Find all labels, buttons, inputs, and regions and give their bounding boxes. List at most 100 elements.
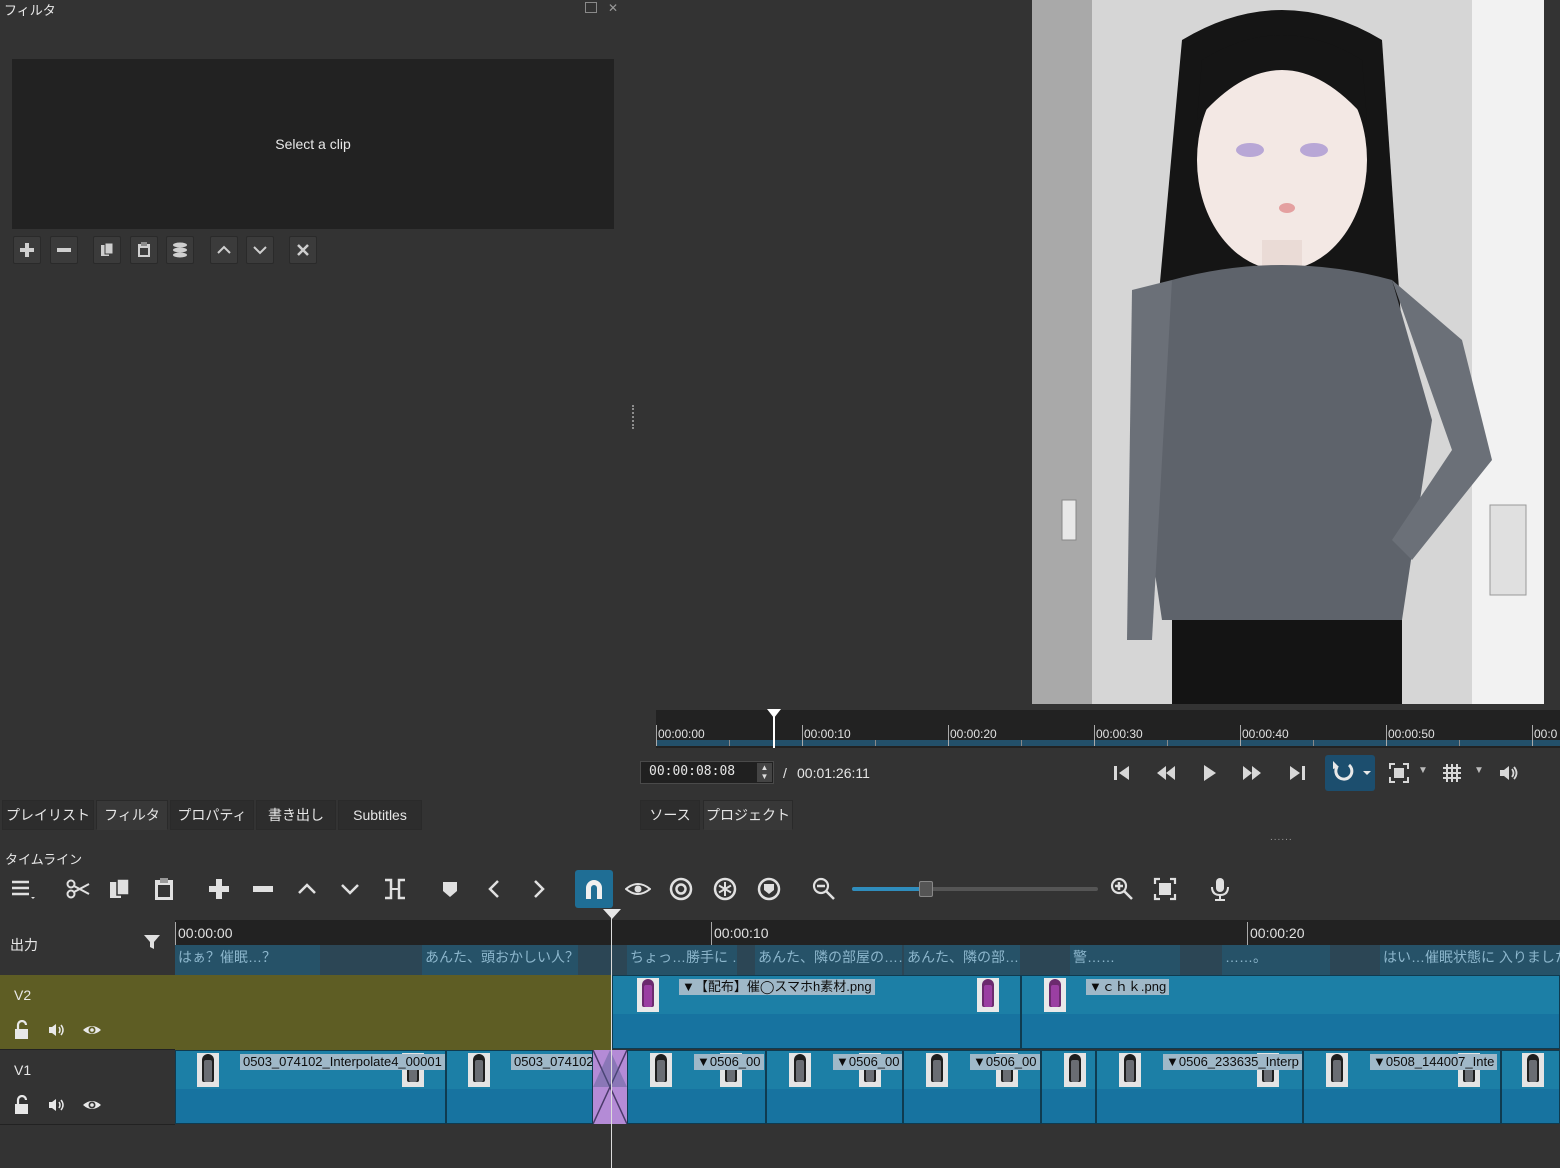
v2-clip[interactable]: ▼【配布】催◯スマホh素材.png xyxy=(612,975,1021,1049)
volume-button[interactable] xyxy=(1491,756,1527,790)
v1-clip[interactable]: ▼0506_00 xyxy=(627,1050,766,1124)
add-filter-button[interactable] xyxy=(13,236,41,264)
add-marker-button[interactable] xyxy=(431,870,469,908)
zoom-fit-button[interactable] xyxy=(1381,756,1417,790)
copy-filter-button[interactable] xyxy=(93,236,121,264)
output-track-header[interactable]: 出力 xyxy=(0,910,175,975)
minus-icon xyxy=(57,248,71,252)
subtitle-item[interactable]: 警…… xyxy=(1070,945,1180,975)
fast-forward-button[interactable] xyxy=(1234,756,1270,790)
chevron-up-icon xyxy=(217,245,231,254)
v1-clip[interactable]: ▼0508_144007_Inte xyxy=(1303,1050,1501,1124)
timeline-playhead[interactable] xyxy=(611,910,612,1168)
overwrite-button[interactable] xyxy=(331,870,369,908)
record-audio-button[interactable] xyxy=(1201,870,1239,908)
subtitle-item[interactable]: はぁ？催眠…？ xyxy=(175,945,320,975)
ripple-all-tracks-button[interactable] xyxy=(706,870,744,908)
zoom-in-button[interactable] xyxy=(1103,870,1141,908)
save-preset-button[interactable] xyxy=(166,236,194,264)
loop-button[interactable] xyxy=(1325,755,1375,791)
tab-properties[interactable]: プロパティ xyxy=(170,800,254,830)
v2-empty-region[interactable] xyxy=(175,975,612,1050)
zoom-dropdown-icon[interactable]: ▼ xyxy=(1418,765,1428,776)
v1-clip[interactable]: 0503_074102_Interpolate4_00001 xyxy=(175,1050,446,1124)
copy-button[interactable] xyxy=(101,870,139,908)
timeline-playhead-handle[interactable] xyxy=(603,909,621,919)
timeline-title: タイムライン xyxy=(5,852,83,867)
remove-filter-button[interactable] xyxy=(50,236,78,264)
ripple-markers-button[interactable] xyxy=(750,870,788,908)
paste-button[interactable] xyxy=(145,870,183,908)
deselect-filter-button[interactable] xyxy=(289,236,317,264)
track-name: V2 xyxy=(14,987,32,1003)
player-ruler[interactable]: 00:00:00 00:00:10 00:00:20 00:00:30 00:0… xyxy=(656,710,1560,748)
clip-waveform-area xyxy=(1502,1089,1559,1123)
v1-clip[interactable]: ▼0506_00 xyxy=(766,1050,903,1124)
dock-splitter[interactable] xyxy=(632,405,635,429)
append-button[interactable] xyxy=(200,870,238,908)
subtitle-item[interactable]: ……。 xyxy=(1222,945,1330,975)
scrub-drag-button[interactable] xyxy=(619,870,657,908)
lock-icon[interactable] xyxy=(12,1020,32,1040)
tab-playlist[interactable]: プレイリスト xyxy=(2,800,94,830)
move-filter-up-button[interactable] xyxy=(210,236,238,264)
subtitle-item[interactable]: ちょっ…勝手に … xyxy=(627,945,737,975)
timeline-ruler[interactable]: 00:00:00 00:00:10 00:00:20 xyxy=(175,920,1560,945)
ripple-button[interactable] xyxy=(662,870,700,908)
timeline-menu-button[interactable] xyxy=(3,870,41,908)
transition-clip[interactable] xyxy=(592,1049,628,1125)
tab-subtitles[interactable]: Subtitles xyxy=(338,800,422,830)
close-dock-icon[interactable]: ✕ xyxy=(608,1,618,15)
mute-icon[interactable] xyxy=(47,1020,67,1040)
grid-button[interactable] xyxy=(1434,756,1470,790)
next-marker-button[interactable] xyxy=(519,870,557,908)
zoom-out-icon xyxy=(812,877,835,900)
mute-icon[interactable] xyxy=(47,1095,67,1115)
paste-filter-button[interactable] xyxy=(130,236,158,264)
subtitle-item[interactable]: あんた、隣の部屋の…… xyxy=(755,945,902,975)
zoom-slider-handle[interactable] xyxy=(919,881,933,897)
subtitle-item[interactable]: はい…催眠状態に 入りました… xyxy=(1380,945,1560,975)
filter-icon[interactable] xyxy=(143,933,161,951)
fast-forward-icon xyxy=(1243,766,1261,780)
zoom-out-button[interactable] xyxy=(805,870,843,908)
subtitle-item[interactable]: あんた、隣の部… xyxy=(904,945,1020,975)
v1-clip[interactable]: ▼0506_00 xyxy=(903,1050,1041,1124)
skip-to-end-button[interactable] xyxy=(1279,756,1315,790)
tab-export[interactable]: 書き出し xyxy=(256,800,336,830)
skip-start-icon xyxy=(1114,766,1129,780)
split-button[interactable] xyxy=(376,870,414,908)
grid-dropdown-icon[interactable]: ▼ xyxy=(1474,765,1484,776)
previous-marker-button[interactable] xyxy=(476,870,514,908)
dock-resize-handle[interactable]: ...... xyxy=(1270,832,1293,843)
snap-button[interactable] xyxy=(575,870,613,908)
filter-list[interactable]: Select a clip xyxy=(12,59,614,229)
tab-project[interactable]: プロジェクト xyxy=(703,800,793,830)
skip-to-start-button[interactable] xyxy=(1104,756,1140,790)
v1-clip[interactable] xyxy=(1041,1050,1096,1124)
eye-icon[interactable] xyxy=(82,1020,102,1040)
zoom-timeline-fit-button[interactable] xyxy=(1146,870,1184,908)
v1-clip[interactable]: 0503_074102 xyxy=(446,1050,593,1124)
move-filter-down-button[interactable] xyxy=(246,236,274,264)
lift-button[interactable] xyxy=(288,870,326,908)
tab-source[interactable]: ソース xyxy=(640,800,700,830)
timecode-field[interactable]: 00:00:08:08 xyxy=(640,761,774,784)
track-header-v2[interactable]: V2 xyxy=(0,975,175,1050)
float-dock-icon[interactable] xyxy=(585,2,597,13)
eye-icon[interactable] xyxy=(82,1095,102,1115)
lock-icon[interactable] xyxy=(12,1095,32,1115)
v1-clip[interactable]: ▼0506_233635_Interp xyxy=(1096,1050,1303,1124)
track-header-v1[interactable]: V1 xyxy=(0,1050,175,1125)
v1-clip[interactable] xyxy=(1501,1050,1560,1124)
ripple-delete-button[interactable] xyxy=(244,870,282,908)
tab-filters[interactable]: フィルタ xyxy=(96,800,168,830)
v2-clip[interactable]: ▼ｃｈｋ.png xyxy=(1021,975,1560,1049)
cut-button[interactable] xyxy=(59,870,97,908)
rewind-button[interactable] xyxy=(1148,756,1184,790)
clip-waveform-area xyxy=(613,1014,1020,1048)
subtitle-item[interactable]: あんた、頭おかしい人？ xyxy=(422,945,578,975)
player-playhead-cap[interactable] xyxy=(767,709,781,718)
play-button[interactable] xyxy=(1191,756,1227,790)
timecode-stepper[interactable]: ▲ ▼ xyxy=(757,763,772,782)
